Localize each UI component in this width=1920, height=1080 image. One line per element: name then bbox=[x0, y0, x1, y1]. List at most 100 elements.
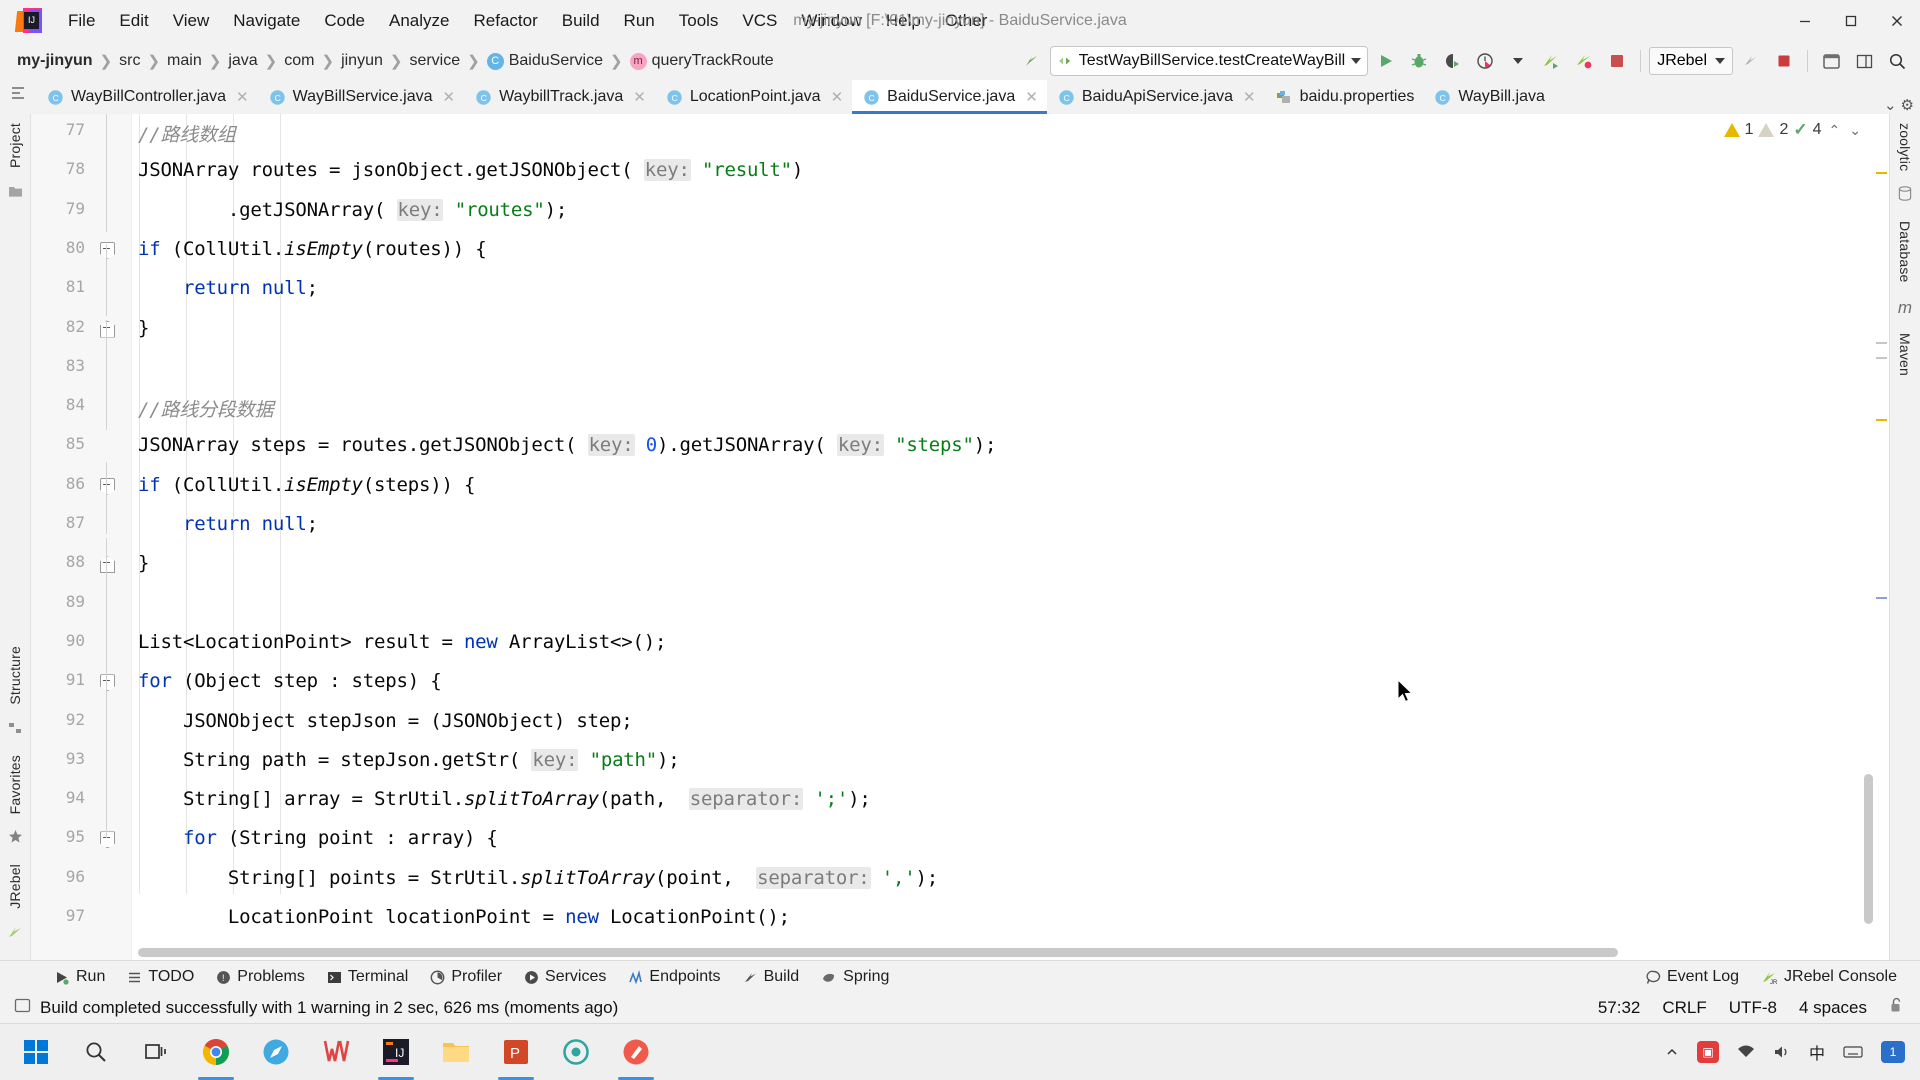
profile-dropdown-icon[interactable] bbox=[1503, 47, 1533, 75]
bottom-tool-endpoints[interactable]: Endpoints bbox=[617, 966, 731, 988]
browser-app[interactable] bbox=[248, 1024, 304, 1080]
breadcrumb-item-java[interactable]: java bbox=[223, 51, 262, 71]
code-fold-end-icon[interactable] bbox=[100, 320, 115, 338]
editor-tab-baiduservice-java[interactable]: C BaiduService.java ✕ bbox=[852, 80, 1047, 114]
breadcrumb-item-querytrackroute[interactable]: m queryTrackRoute bbox=[625, 51, 779, 71]
menu-view[interactable]: View bbox=[161, 9, 222, 33]
close-icon[interactable]: ✕ bbox=[831, 88, 844, 106]
run-button[interactable] bbox=[1371, 47, 1401, 75]
chevron-down-icon[interactable] bbox=[1351, 58, 1362, 64]
breadcrumb-item-src[interactable]: src bbox=[114, 51, 145, 71]
editor-tab-waybillcontroller-java[interactable]: C WayBillController.java ✕ bbox=[36, 80, 258, 114]
code-line[interactable]: .getJSONArray( key: "routes"); bbox=[138, 198, 567, 221]
sidebar-item-project[interactable]: Project bbox=[7, 114, 23, 177]
code-editor[interactable]: 77 78 79 80 81 82 83 84 85 86 87 88 89 90 91 92 93 94 95 96… bbox=[31, 114, 1889, 960]
editor-tab-waybill-java[interactable]: C WayBill.java bbox=[1423, 80, 1554, 114]
sidebar-item-zoolytic[interactable]: zoolytic bbox=[1897, 114, 1913, 180]
menu-run[interactable]: Run bbox=[612, 9, 667, 33]
tray-keyboard-icon[interactable] bbox=[1834, 1024, 1872, 1080]
next-highlight-icon[interactable]: ⌄ bbox=[1847, 122, 1863, 139]
breadcrumb-item-baiduservice[interactable]: C BaiduService bbox=[482, 51, 608, 71]
breadcrumb-item-main[interactable]: main bbox=[162, 51, 207, 71]
sidebar-item-favorites[interactable]: Favorites bbox=[7, 746, 23, 823]
close-icon[interactable]: ✕ bbox=[1243, 88, 1256, 106]
layout-icon[interactable] bbox=[1849, 47, 1879, 75]
editor-tab-waybilltrack-java[interactable]: C WaybillTrack.java ✕ bbox=[464, 80, 655, 114]
code-line[interactable]: if (CollUtil.isEmpty(routes)) { bbox=[138, 238, 487, 260]
jrebel-debug-button[interactable] bbox=[1569, 47, 1599, 75]
menu-file[interactable]: File bbox=[56, 9, 107, 33]
code-line[interactable]: JSONObject stepJson = (JSONObject) step; bbox=[138, 710, 633, 732]
editor-gutter[interactable]: 77 78 79 80 81 82 83 84 85 86 87 88 89 90 91 92 93 94 95 96… bbox=[31, 114, 132, 960]
bottom-tool-todo[interactable]: TODO bbox=[116, 966, 205, 988]
previous-highlight-icon[interactable]: ⌃ bbox=[1827, 122, 1843, 139]
close-icon[interactable]: ✕ bbox=[1025, 88, 1038, 106]
tray-notifications-icon[interactable]: 1 bbox=[1872, 1024, 1914, 1080]
tabs-settings-icon[interactable]: ⚙ bbox=[1901, 96, 1914, 114]
file-encoding[interactable]: UTF-8 bbox=[1729, 998, 1777, 1018]
code-line[interactable]: //路线分段数据 bbox=[138, 395, 273, 422]
start-button[interactable] bbox=[8, 1024, 64, 1080]
close-icon[interactable]: ✕ bbox=[633, 88, 646, 106]
project-folder-icon[interactable] bbox=[8, 183, 23, 203]
bottom-tool-services[interactable]: Services bbox=[513, 966, 617, 988]
code-line[interactable]: } bbox=[138, 552, 149, 574]
close-icon[interactable]: ✕ bbox=[236, 88, 249, 106]
code-line[interactable]: String[] array = StrUtil.splitToArray(pa… bbox=[138, 788, 871, 811]
code-area[interactable]: //路线数组 JSONArray routes = jsonObject.getJ… bbox=[132, 114, 1889, 960]
close-button[interactable] bbox=[1874, 0, 1920, 42]
tabs-pin-icon[interactable] bbox=[10, 85, 26, 106]
menu-build[interactable]: Build bbox=[550, 9, 612, 33]
editor-app[interactable] bbox=[308, 1024, 364, 1080]
menu-analyze[interactable]: Analyze bbox=[377, 9, 461, 33]
editor-horizontal-scrollbar[interactable] bbox=[138, 948, 1618, 957]
search-everywhere-icon[interactable] bbox=[1882, 47, 1912, 75]
code-fold-start-icon[interactable] bbox=[100, 477, 115, 495]
bottom-tool-event-log[interactable]: Event Log bbox=[1635, 966, 1750, 988]
debug-button[interactable] bbox=[1404, 47, 1434, 75]
structure-icon[interactable] bbox=[8, 720, 23, 740]
code-line[interactable]: JSONArray routes = jsonObject.getJSONObj… bbox=[138, 159, 803, 182]
code-fold-start-icon[interactable] bbox=[100, 674, 115, 692]
sidebar-item-jrebel[interactable]: JRebel bbox=[7, 855, 23, 918]
bottom-tool-spring[interactable]: Spring bbox=[810, 966, 900, 988]
search-button[interactable] bbox=[68, 1024, 124, 1080]
run-with-coverage-button[interactable] bbox=[1437, 47, 1467, 75]
code-line[interactable]: } bbox=[138, 317, 149, 339]
bottom-tool-build[interactable]: Build bbox=[732, 966, 811, 988]
code-fold-start-icon[interactable] bbox=[100, 241, 115, 259]
code-line[interactable]: return null; bbox=[138, 277, 318, 299]
editor-tab-baidu-properties[interactable]: baidu.properties bbox=[1265, 80, 1424, 114]
jrebel-arrow-icon[interactable] bbox=[1017, 47, 1047, 75]
tray-expand-icon[interactable] bbox=[1656, 1024, 1688, 1080]
close-icon[interactable]: ✕ bbox=[442, 88, 455, 106]
tray-volume-icon[interactable] bbox=[1764, 1024, 1800, 1080]
bottom-tool-profiler[interactable]: Profiler bbox=[419, 966, 513, 988]
code-line[interactable]: List<LocationPoint> result = new ArrayLi… bbox=[138, 631, 666, 653]
stop-red-button[interactable] bbox=[1769, 47, 1799, 75]
indent-setting[interactable]: 4 spaces bbox=[1799, 998, 1867, 1018]
code-line[interactable]: LocationPoint locationPoint = new Locati… bbox=[138, 906, 790, 928]
tabs-list-chevron-icon[interactable]: ⌄ bbox=[1884, 96, 1897, 114]
menu-tools[interactable]: Tools bbox=[667, 9, 731, 33]
jrebel-selector[interactable]: JRebel bbox=[1649, 47, 1733, 75]
breadcrumb-item-jinyun[interactable]: jinyun bbox=[336, 51, 388, 71]
bottom-tool-problems[interactable]: ! Problems bbox=[205, 966, 316, 988]
code-fold-end-icon[interactable] bbox=[100, 556, 115, 574]
lock-open-icon[interactable] bbox=[1889, 997, 1904, 1019]
editor-tab-locationpoint-java[interactable]: C LocationPoint.java ✕ bbox=[655, 80, 852, 114]
line-separator[interactable]: CRLF bbox=[1662, 998, 1706, 1018]
jrebel-stripe-icon[interactable] bbox=[7, 924, 23, 944]
breadcrumb-item-service[interactable]: service bbox=[404, 51, 465, 71]
snipaste-app[interactable] bbox=[608, 1024, 664, 1080]
code-line[interactable]: return null; bbox=[138, 513, 318, 535]
tray-security-icon[interactable]: ▣ bbox=[1688, 1024, 1728, 1080]
code-line[interactable]: for (String point : array) { bbox=[138, 827, 498, 849]
chrome-app[interactable] bbox=[188, 1024, 244, 1080]
code-line[interactable]: for (Object step : steps) { bbox=[138, 670, 442, 692]
minimize-button[interactable] bbox=[1782, 0, 1828, 42]
menu-window[interactable]: Window bbox=[789, 9, 873, 33]
menu-help[interactable]: Help bbox=[874, 9, 933, 33]
player-app[interactable] bbox=[548, 1024, 604, 1080]
editor-vertical-scrollbar[interactable] bbox=[1864, 774, 1873, 924]
